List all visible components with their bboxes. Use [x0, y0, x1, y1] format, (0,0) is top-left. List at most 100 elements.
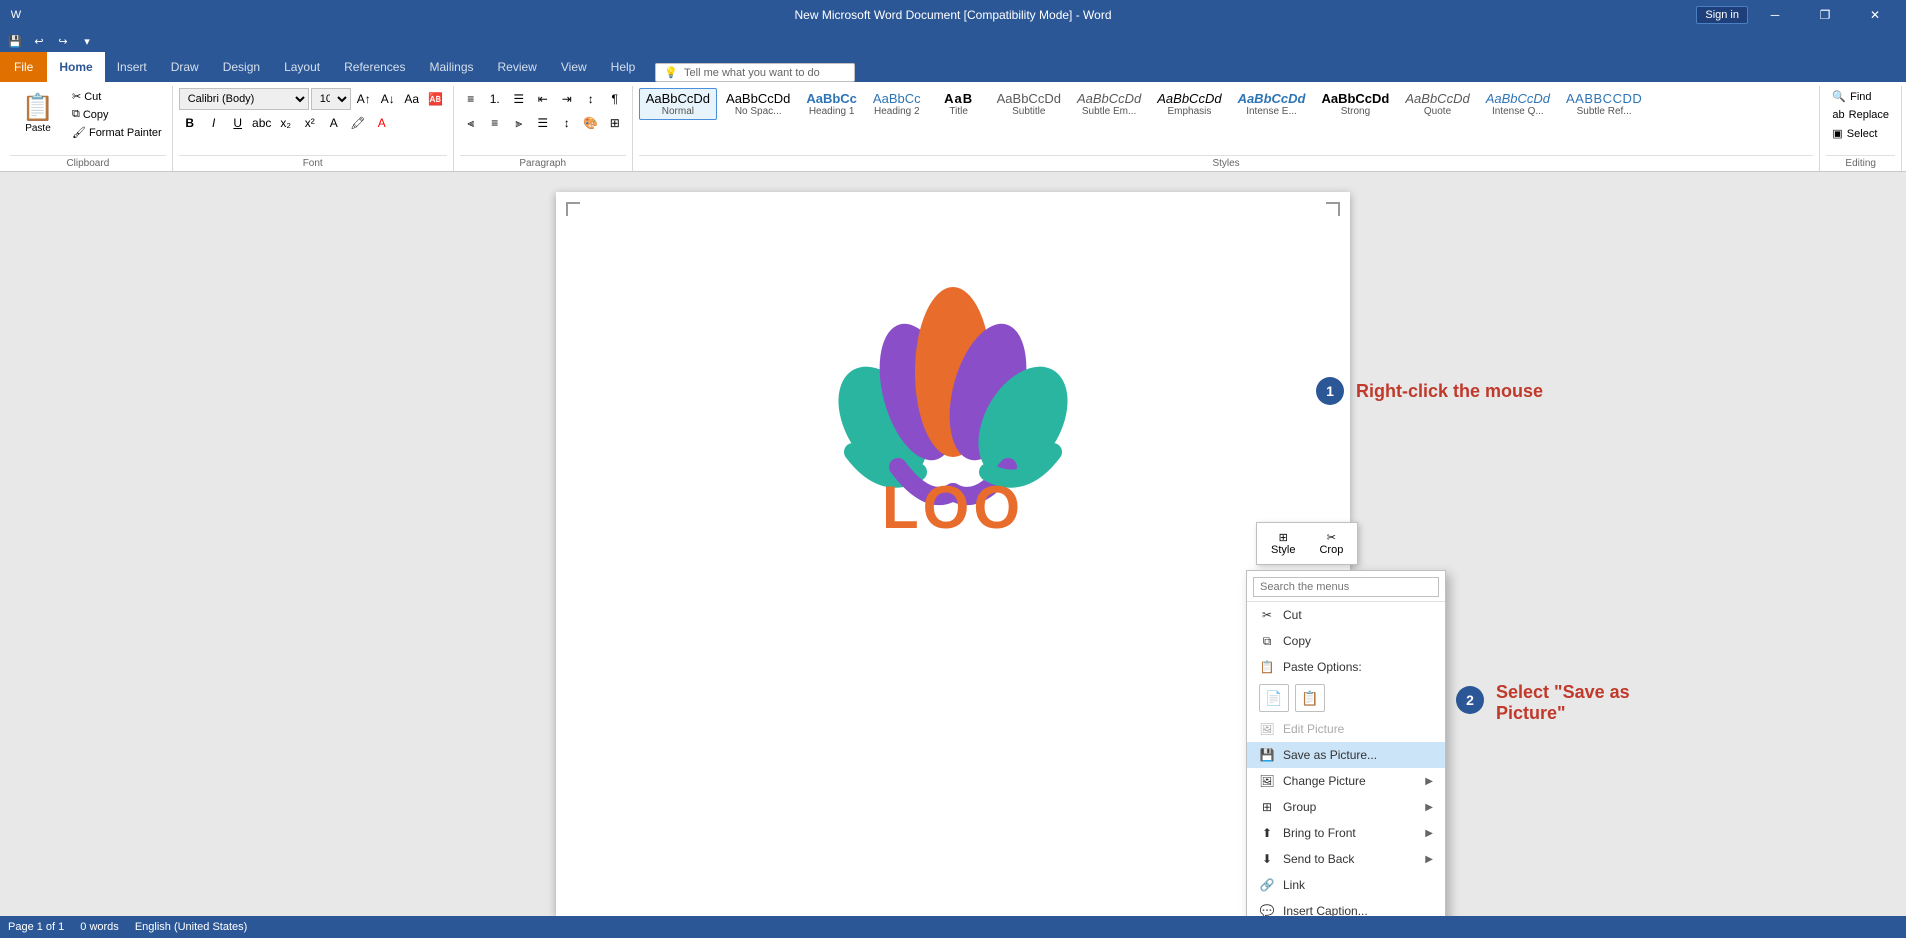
text-effects-button[interactable]: A	[323, 112, 345, 134]
document-area: LOO ⊞ Style ✂ Crop ✂ Cut	[0, 172, 1906, 916]
quick-access-more-button[interactable]: ▾	[76, 30, 98, 52]
format-painter-button[interactable]: 🖌 Format Painter	[68, 124, 166, 141]
context-bring-front[interactable]: ⬆ Bring to Front ▶	[1247, 820, 1445, 846]
align-center-button[interactable]: ≡	[484, 112, 506, 134]
select-button[interactable]: ▣ Select	[1826, 125, 1895, 142]
style-heading1[interactable]: AaBbCc Heading 1	[799, 88, 864, 120]
decrease-indent-button[interactable]: ⇤	[532, 88, 554, 110]
clipboard-group: 📋 Paste ✂ Cut ⧉ Copy 🖌 Format Painter Cl…	[4, 86, 173, 171]
context-insert-caption[interactable]: 💬 Insert Caption...	[1247, 898, 1445, 916]
style-subtle-reference[interactable]: AaBbCcDd Subtle Ref...	[1559, 88, 1649, 120]
find-button[interactable]: 🔍 Find	[1826, 88, 1895, 105]
sort-button[interactable]: ↕	[580, 88, 602, 110]
numbering-button[interactable]: 1.	[484, 88, 506, 110]
cut-button[interactable]: ✂ Cut	[68, 88, 166, 105]
style-strong[interactable]: AaBbCcDd Strong	[1314, 88, 1396, 120]
para-row-1: ≡ 1. ☰ ⇤ ⇥ ↕ ¶	[460, 88, 626, 110]
align-left-button[interactable]: ⫷	[460, 112, 482, 134]
justify-button[interactable]: ☰	[532, 112, 554, 134]
context-cut[interactable]: ✂ Cut	[1247, 602, 1445, 628]
font-size-select[interactable]: 10.5	[311, 88, 351, 110]
context-change-picture[interactable]: 🖼 Change Picture ▶	[1247, 768, 1445, 794]
context-send-back[interactable]: ⬇ Send to Back ▶	[1247, 846, 1445, 872]
style-subtitle[interactable]: AaBbCcDd Subtitle	[990, 88, 1068, 120]
context-copy[interactable]: ⧉ Copy	[1247, 628, 1445, 654]
tab-help[interactable]: Help	[599, 52, 648, 82]
font-shrink-button[interactable]: A↓	[377, 88, 399, 110]
borders-button[interactable]: ⊞	[604, 112, 626, 134]
search-menus-input[interactable]	[1253, 577, 1439, 597]
paste-opt-2[interactable]: 📋	[1295, 684, 1325, 712]
edit-picture-icon: 🖼	[1259, 721, 1275, 737]
style-quote[interactable]: AaBbCcDd Quote	[1398, 88, 1476, 120]
tab-insert[interactable]: Insert	[105, 52, 159, 82]
context-link[interactable]: 🔗 Link	[1247, 872, 1445, 898]
style-title[interactable]: AaB Title	[930, 88, 988, 120]
multilevel-list-button[interactable]: ☰	[508, 88, 530, 110]
tab-review[interactable]: Review	[486, 52, 549, 82]
style-heading2[interactable]: AaBbCc Heading 2	[866, 88, 928, 120]
style-intense-emphasis[interactable]: AaBbCcDd Intense E...	[1231, 88, 1313, 120]
tab-mailings[interactable]: Mailings	[417, 52, 485, 82]
tab-view[interactable]: View	[549, 52, 599, 82]
tab-home[interactable]: Home	[47, 52, 104, 82]
context-menu: ✂ Cut ⧉ Copy 📋 Paste Options: 📄 📋 🖼 Edit…	[1246, 570, 1446, 916]
replace-button[interactable]: ab Replace	[1826, 107, 1895, 123]
style-toolbar-button[interactable]: ⊞ Style	[1261, 527, 1305, 560]
align-right-button[interactable]: ⫸	[508, 112, 530, 134]
style-subtle-emphasis[interactable]: AaBbCcDd Subtle Em...	[1070, 88, 1148, 120]
font-name-select[interactable]: Calibri (Body)	[179, 88, 309, 110]
tab-draw[interactable]: Draw	[159, 52, 211, 82]
font-color-button[interactable]: A	[371, 112, 393, 134]
paste-opt-1[interactable]: 📄	[1259, 684, 1289, 712]
underline-button[interactable]: U	[227, 112, 249, 134]
word-logo-icon: W	[8, 7, 24, 23]
show-marks-button[interactable]: ¶	[604, 88, 626, 110]
title-bar: W New Microsoft Word Document [Compatibi…	[0, 0, 1906, 30]
superscript-button[interactable]: x²	[299, 112, 321, 134]
paste-button[interactable]: 📋 Paste	[10, 88, 66, 138]
minimize-button[interactable]: ─	[1752, 0, 1798, 30]
sign-in-button[interactable]: Sign in	[1696, 6, 1748, 24]
crop-toolbar-button[interactable]: ✂ Crop	[1309, 527, 1353, 560]
save-qa-button[interactable]: 💾	[4, 30, 26, 52]
bullets-button[interactable]: ≡	[460, 88, 482, 110]
strikethrough-button[interactable]: abc	[251, 112, 273, 134]
copy-button[interactable]: ⧉ Copy	[68, 106, 166, 123]
cut-label: Cut	[84, 91, 101, 103]
increase-indent-button[interactable]: ⇥	[556, 88, 578, 110]
tab-file[interactable]: File	[0, 52, 47, 82]
style-normal[interactable]: AaBbCcDd Normal	[639, 88, 717, 120]
tell-me-bar[interactable]: 💡 Tell me what you want to do	[655, 63, 855, 82]
text-highlight-button[interactable]: 🖍	[347, 112, 369, 134]
undo-button[interactable]: ↩	[28, 30, 50, 52]
copy-icon: ⧉	[72, 108, 80, 121]
style-emphasis[interactable]: AaBbCcDd Emphasis	[1150, 88, 1228, 120]
bold-button[interactable]: B	[179, 112, 201, 134]
caption-label: Insert Caption...	[1283, 904, 1368, 916]
window-title: New Microsoft Word Document [Compatibili…	[795, 8, 1112, 22]
clear-formatting-button[interactable]: 🆎	[425, 88, 447, 110]
replace-label: Replace	[1849, 109, 1889, 121]
context-search-container	[1247, 573, 1445, 602]
tab-references[interactable]: References	[332, 52, 417, 82]
restore-button[interactable]: ❐	[1802, 0, 1848, 30]
subscript-button[interactable]: x₂	[275, 112, 297, 134]
find-label: Find	[1850, 91, 1871, 103]
change-case-button[interactable]: Aa	[401, 88, 423, 110]
style-no-spacing[interactable]: AaBbCcDd No Spac...	[719, 88, 797, 120]
redo-button[interactable]: ↪	[52, 30, 74, 52]
tab-design[interactable]: Design	[211, 52, 272, 82]
group-arrow: ▶	[1425, 802, 1433, 813]
context-group[interactable]: ⊞ Group ▶	[1247, 794, 1445, 820]
italic-button[interactable]: I	[203, 112, 225, 134]
context-save-as-picture[interactable]: 💾 Save as Picture...	[1247, 742, 1445, 768]
style-intense-quote[interactable]: AaBbCcDd Intense Q...	[1479, 88, 1557, 120]
tab-layout[interactable]: Layout	[272, 52, 332, 82]
close-button[interactable]: ✕	[1852, 0, 1898, 30]
line-spacing-button[interactable]: ↕	[556, 112, 578, 134]
font-grow-button[interactable]: A↑	[353, 88, 375, 110]
paragraph-controls: ≡ 1. ☰ ⇤ ⇥ ↕ ¶ ⫷ ≡ ⫸ ☰ ↕ 🎨 ⊞	[460, 88, 626, 134]
copy-label: Copy	[83, 109, 109, 121]
shading-button[interactable]: 🎨	[580, 112, 602, 134]
